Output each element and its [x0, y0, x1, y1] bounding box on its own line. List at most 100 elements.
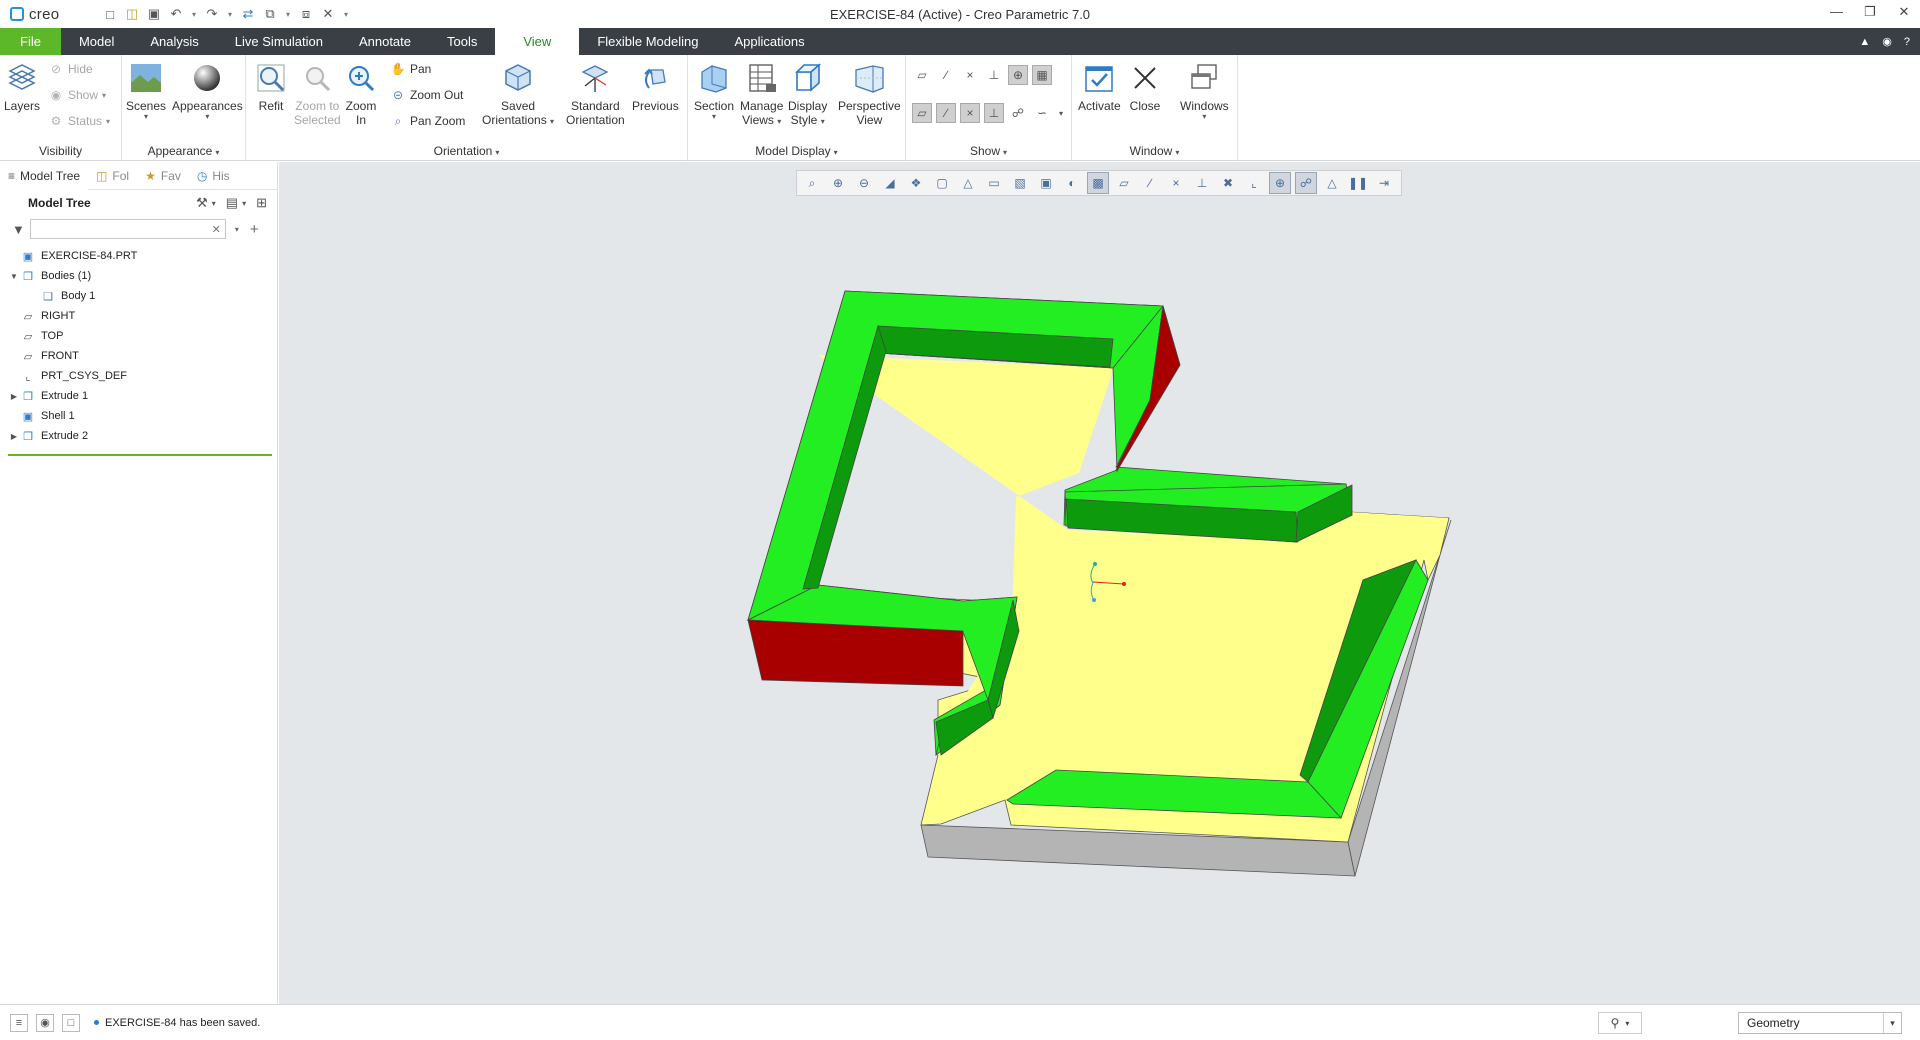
windows-icon[interactable]: ⧉	[262, 6, 278, 22]
expand-caret-icon[interactable]: ▶	[8, 432, 20, 441]
tab-view[interactable]: View	[495, 28, 580, 55]
perspective-view-icon[interactable]: ▭	[983, 172, 1005, 194]
collapse-caret-icon[interactable]: ▼	[8, 272, 20, 281]
spin-center-display-icon[interactable]: ⊕	[1269, 172, 1291, 194]
plane-tag-display-icon[interactable]: ▱	[912, 103, 932, 123]
tab-analysis[interactable]: Analysis	[132, 28, 216, 55]
activate-window-icon[interactable]: ⧈	[298, 6, 314, 22]
tree-item-bodies[interactable]: ▼ ❐ Bodies (1)	[8, 266, 272, 286]
status-button[interactable]: ⚙ Status ▾	[48, 111, 110, 131]
view-manager-icon[interactable]: △	[957, 172, 979, 194]
pause-icon[interactable]: ❚❚	[1347, 172, 1369, 194]
csys-display-icon[interactable]: ⊥	[1191, 172, 1213, 194]
axis-display-icon[interactable]: ∕	[936, 65, 956, 85]
customize-qat-icon[interactable]: ▾	[342, 6, 350, 22]
graphics-window[interactable]: ⌕ ⊕ ⊖ ◢ ❖ ▢ △ ▭ ▧ ▣ ◐ ▩ ▱ ∕ × ⊥ ✖ ⌞ ⊕ ☍ …	[279, 162, 1920, 1004]
minimize-icon[interactable]: —	[1830, 4, 1843, 20]
point-display-icon[interactable]: ×	[960, 65, 980, 85]
scenes-button[interactable]: Scenes ▾	[126, 61, 166, 121]
previous-button[interactable]: Previous	[632, 61, 679, 113]
open-folder-icon[interactable]: ◫	[124, 6, 140, 22]
zoom-out-icon[interactable]: ⊖	[853, 172, 875, 194]
zoom-in-button[interactable]: Zoom In	[344, 61, 378, 127]
tree-item-body-1[interactable]: ❏ Body 1	[8, 286, 272, 306]
tree-settings-icon[interactable]: ⚒	[196, 195, 208, 211]
tab-annotate[interactable]: Annotate	[341, 28, 429, 55]
expand-caret-icon[interactable]: ▶	[8, 392, 20, 401]
appearances-icon[interactable]: ◐	[1061, 172, 1083, 194]
toggle-navigator-icon[interactable]: ≡	[10, 1013, 28, 1032]
save-icon[interactable]: ▣	[146, 6, 162, 22]
tree-filter-toggle-icon[interactable]: ⊞	[256, 195, 267, 211]
perspective-view-button[interactable]: Perspective View	[838, 61, 901, 127]
display-style-button[interactable]: Display Style ▾	[788, 61, 827, 127]
toggle-browser-icon[interactable]: ◉	[36, 1013, 54, 1032]
axis-display-icon[interactable]: ∕	[1139, 172, 1161, 194]
search-dropdown-icon[interactable]: ▾	[235, 225, 239, 234]
manage-views-button[interactable]: Manage Views ▾	[740, 61, 783, 127]
redo-dropdown-icon[interactable]: ▾	[226, 6, 234, 22]
tab-model[interactable]: Model	[61, 28, 132, 55]
group-title-appearance[interactable]: Appearance ▾	[122, 144, 245, 158]
shading-icon[interactable]: ▩	[1087, 172, 1109, 194]
regenerate-icon[interactable]: ⇄	[240, 6, 256, 22]
close-window-icon[interactable]: ✕	[320, 6, 336, 22]
clear-search-icon[interactable]: ✕	[212, 223, 221, 236]
refit-icon[interactable]: ⌕	[801, 172, 823, 194]
warning-icon[interactable]: △	[1321, 172, 1343, 194]
undo-dropdown-icon[interactable]: ▾	[190, 6, 198, 22]
model-tree-search-input[interactable]: ✕	[29, 219, 226, 239]
tab-applications[interactable]: Applications	[716, 28, 822, 55]
tab-flexible-modeling[interactable]: Flexible Modeling	[579, 28, 716, 55]
tree-item-part[interactable]: ▣ EXERCISE-84.PRT	[8, 246, 272, 266]
pan-zoom-button[interactable]: ⌕ Pan Zoom	[390, 111, 466, 131]
saved-orientations-button[interactable]: Saved Orientations ▾	[482, 61, 554, 127]
selection-filter-dropdown[interactable]: Geometry ▾	[1738, 1012, 1902, 1034]
show-tree-options-dropdown-icon[interactable]: ▾	[242, 199, 246, 208]
3d-model-viewport[interactable]	[279, 162, 1920, 1004]
repaint-icon[interactable]: ◢	[879, 172, 901, 194]
axis-tag-display-icon[interactable]: ∕	[936, 103, 956, 123]
display-style-icon[interactable]: ▧	[1009, 172, 1031, 194]
pan-button[interactable]: ✋ Pan	[390, 59, 432, 79]
group-title-orientation[interactable]: Orientation ▾	[246, 144, 687, 158]
saved-orientations-icon[interactable]: ▢	[931, 172, 953, 194]
zoom-out-button[interactable]: ⊝ Zoom Out	[390, 85, 463, 105]
close-button[interactable]: Close	[1128, 61, 1162, 113]
show-button[interactable]: ◉ Show ▾	[48, 85, 106, 105]
spin-center-icon[interactable]: ⊕	[1008, 65, 1028, 85]
minimize-ribbon-icon[interactable]: ▲	[1859, 36, 1870, 48]
section-button[interactable]: Section ▾	[694, 61, 734, 121]
tab-history[interactable]: ◷ His	[189, 162, 238, 190]
curve-display-icon[interactable]: ∽	[1032, 103, 1052, 123]
new-file-icon[interactable]: □	[102, 6, 118, 22]
plane-display-icon[interactable]: ▱	[912, 65, 932, 85]
tree-item-extrude-1[interactable]: ▶ ❐ Extrude 1	[8, 386, 272, 406]
tree-item-front[interactable]: ▱ FRONT	[8, 346, 272, 366]
close-icon[interactable]: ✕	[1898, 4, 1910, 20]
windows-button[interactable]: Windows ▾	[1180, 61, 1229, 121]
annotation-display-icon[interactable]: ▦	[1032, 65, 1052, 85]
refit-button[interactable]: Refit	[254, 61, 288, 113]
show-tree-options-icon[interactable]: ▤	[226, 195, 238, 211]
zoom-to-selected-button[interactable]: Zoom to Selected	[294, 61, 341, 127]
group-title-window[interactable]: Window ▾	[1072, 144, 1237, 158]
appearances-button[interactable]: Appearances ▾	[172, 61, 243, 121]
tree-item-right[interactable]: ▱ RIGHT	[8, 306, 272, 326]
tab-file[interactable]: File	[0, 28, 61, 55]
activate-button[interactable]: Activate	[1078, 61, 1121, 113]
tab-model-tree[interactable]: ≡ Model Tree	[0, 161, 89, 190]
csys-tag-display-icon[interactable]: ⌞	[1243, 172, 1265, 194]
group-title-model-display[interactable]: Model Display ▾	[688, 144, 905, 158]
redo-icon[interactable]: ↷	[204, 6, 220, 22]
layers-button[interactable]: Layers	[4, 61, 40, 113]
toggle-fullscreen-icon[interactable]: □	[62, 1013, 80, 1032]
point-tag-display-icon[interactable]: ×	[960, 103, 980, 123]
annotation-display-icon[interactable]: ☍	[1295, 172, 1317, 194]
add-column-icon[interactable]: +	[250, 221, 259, 238]
3d-notes-display-icon[interactable]: ☍	[1008, 103, 1028, 123]
tree-item-shell-1[interactable]: ▣ Shell 1	[8, 406, 272, 426]
undo-icon[interactable]: ↶	[168, 6, 184, 22]
settings-icon[interactable]: ◉	[1882, 35, 1892, 48]
filter-funnel-icon[interactable]: ▼	[12, 222, 25, 237]
